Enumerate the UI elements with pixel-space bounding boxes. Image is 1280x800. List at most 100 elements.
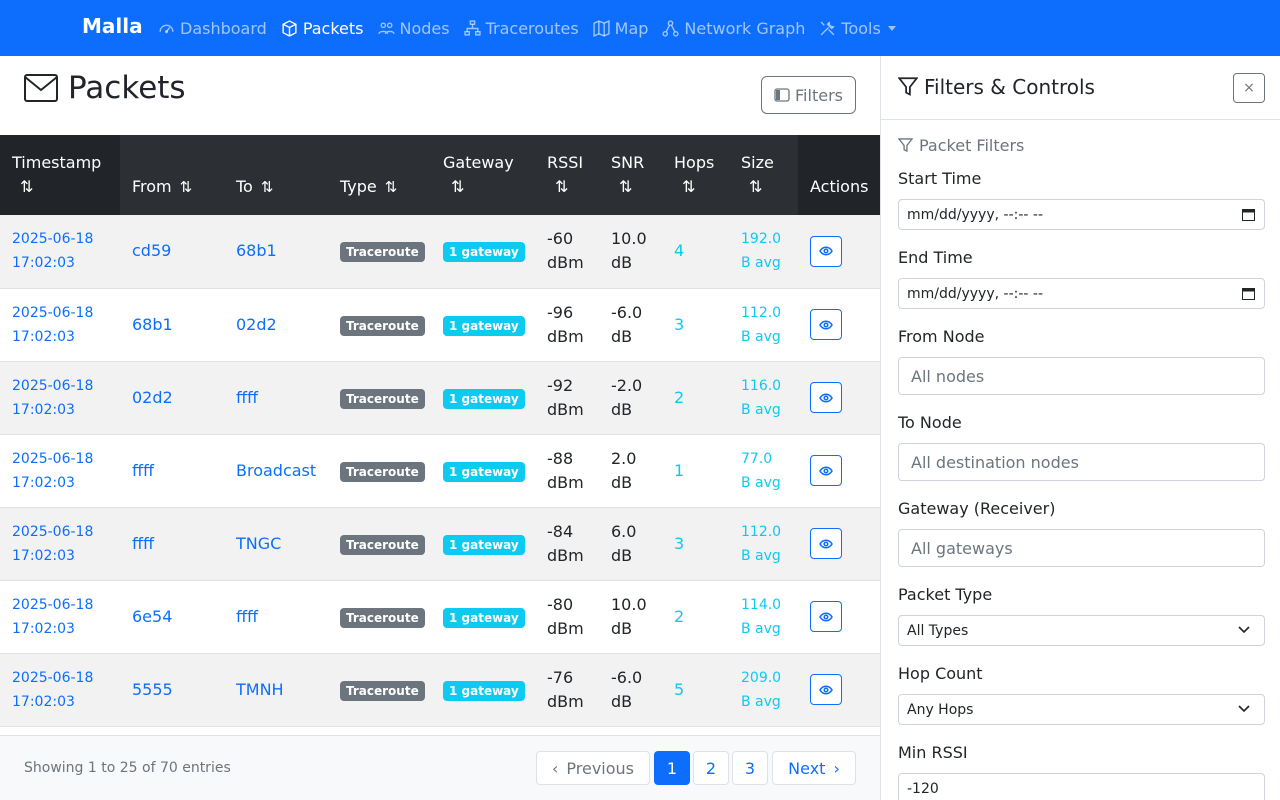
packets-table: Timestamp ⇅ From ⇅ To ⇅ Type ⇅ Gateway ⇅ RSSI… xyxy=(0,135,880,727)
close-sidebar-button[interactable]: × xyxy=(1233,73,1265,103)
nav-nodes-label: Nodes xyxy=(399,18,450,38)
gateway-badge: 1 gateway xyxy=(443,315,525,336)
to-node-label: To Node xyxy=(898,413,962,432)
view-packet-button[interactable] xyxy=(810,528,842,559)
to-node-input[interactable]: All destination nodes xyxy=(898,443,1265,481)
view-packet-button[interactable] xyxy=(810,674,842,705)
sort-icon: ⇅ xyxy=(682,177,696,196)
timestamp-link[interactable]: 2025-06-18 17:02:03 xyxy=(12,670,93,710)
brand-logo[interactable]: Malla xyxy=(82,14,143,38)
nav-tools-dropdown[interactable]: Tools xyxy=(819,19,896,38)
start-time-input[interactable]: mm/dd/yyyy, --:-- -- xyxy=(898,199,1265,230)
view-packet-button[interactable] xyxy=(810,455,842,486)
timestamp-link[interactable]: 2025-06-18 17:02:03 xyxy=(12,305,93,345)
funnel-icon xyxy=(898,77,918,96)
hops-value: 2 xyxy=(674,606,685,626)
gateway-label: Gateway (Receiver) xyxy=(898,499,1056,518)
timestamp-time: 17:02:03 xyxy=(12,547,75,564)
type-badge: Traceroute xyxy=(340,315,425,336)
view-packet-button[interactable] xyxy=(810,601,842,632)
gateway-badge: 1 gateway xyxy=(443,680,525,701)
hop-count-select[interactable]: Any Hops xyxy=(898,694,1265,725)
from-node-link[interactable]: cd59 xyxy=(132,241,171,260)
from-node-link[interactable]: ffff xyxy=(132,534,154,553)
page-3-button[interactable]: 3 xyxy=(732,751,768,785)
packet-type-select[interactable]: All Types xyxy=(898,615,1265,646)
timestamp-link[interactable]: 2025-06-18 17:02:03 xyxy=(12,231,93,271)
snr-value: -6.0 xyxy=(611,667,643,687)
snr-value: -2.0 xyxy=(611,375,643,395)
gateway-badge: 1 gateway xyxy=(443,607,525,628)
filters-toggle-button[interactable]: Filters xyxy=(761,76,856,114)
from-node-link[interactable]: ffff xyxy=(132,461,154,480)
to-node-link[interactable]: TMNH xyxy=(236,680,284,699)
header-size[interactable]: Size ⇅ xyxy=(729,135,798,215)
from-node-link[interactable]: 6e54 xyxy=(132,607,172,626)
snr-value: 10.0 xyxy=(611,229,647,249)
header-type[interactable]: Type ⇅ xyxy=(328,135,431,215)
header-snr[interactable]: SNR ⇅ xyxy=(599,135,662,215)
nav-nodes[interactable]: Nodes xyxy=(377,18,450,38)
close-icon: × xyxy=(1243,80,1255,96)
view-packet-button[interactable] xyxy=(810,309,842,340)
snr-unit: dB xyxy=(611,545,633,565)
rssi-value: -76 xyxy=(547,667,574,687)
page-2-button[interactable]: 2 xyxy=(693,751,729,785)
rssi-unit: dBm xyxy=(547,472,584,492)
rssi-unit: dBm xyxy=(547,691,584,711)
header-timestamp[interactable]: Timestamp ⇅ xyxy=(0,135,120,215)
entries-info: Showing 1 to 25 of 70 entries xyxy=(24,760,231,776)
to-node-link[interactable]: 02d2 xyxy=(236,315,277,334)
from-node-placeholder: All nodes xyxy=(911,366,985,386)
timestamp-link[interactable]: 2025-06-18 17:02:03 xyxy=(12,378,93,418)
chevron-down-icon xyxy=(1238,626,1250,634)
from-node-link[interactable]: 02d2 xyxy=(132,388,173,407)
nav-network-graph[interactable]: Network Graph xyxy=(662,19,805,38)
gateway-input[interactable]: All gateways xyxy=(898,529,1265,567)
view-packet-button[interactable] xyxy=(810,235,842,267)
from-node-link[interactable]: 68b1 xyxy=(132,315,173,334)
timestamp-link[interactable]: 2025-06-18 17:02:03 xyxy=(12,451,93,491)
to-node-link[interactable]: 68b1 xyxy=(236,241,277,260)
from-node-link[interactable]: 5555 xyxy=(132,680,173,699)
nav-traceroutes[interactable]: Traceroutes xyxy=(463,18,579,38)
header-rssi[interactable]: RSSI ⇅ xyxy=(535,135,599,215)
hop-count-label: Hop Count xyxy=(898,664,983,683)
previous-page-button[interactable]: ‹ Previous xyxy=(536,751,650,785)
from-node-input[interactable]: All nodes xyxy=(898,357,1265,395)
nav-traceroutes-label: Traceroutes xyxy=(485,18,579,38)
timestamp-link[interactable]: 2025-06-18 17:02:03 xyxy=(12,524,93,564)
to-node-link[interactable]: Broadcast xyxy=(236,461,316,480)
next-page-button[interactable]: Next › xyxy=(772,751,856,785)
header-gateway-label: Gateway xyxy=(443,153,514,172)
to-node-placeholder: All destination nodes xyxy=(911,452,1079,472)
header-hops[interactable]: Hops ⇅ xyxy=(662,135,729,215)
header-from[interactable]: From ⇅ xyxy=(120,135,224,215)
size-unit: B avg xyxy=(741,474,781,491)
view-packet-button[interactable] xyxy=(810,382,842,413)
header-to[interactable]: To ⇅ xyxy=(224,135,328,215)
header-actions-label: Actions xyxy=(810,177,869,196)
end-time-input[interactable]: mm/dd/yyyy, --:-- -- xyxy=(898,278,1265,309)
size-unit: B avg xyxy=(741,255,781,272)
next-label: Next xyxy=(788,758,826,778)
to-node-link[interactable]: ffff xyxy=(236,388,258,407)
page-1-button[interactable]: 1 xyxy=(654,751,690,785)
min-rssi-input[interactable]: -120 xyxy=(898,773,1265,800)
to-node-link[interactable]: ffff xyxy=(236,607,258,626)
size-unit: B avg xyxy=(741,547,781,564)
rssi-unit: dBm xyxy=(547,545,584,565)
eye-icon xyxy=(819,393,833,402)
header-gateway[interactable]: Gateway ⇅ xyxy=(431,135,535,215)
rssi-value: -80 xyxy=(547,594,574,614)
size-value: 209.0 xyxy=(741,669,782,686)
nav-map-label: Map xyxy=(614,18,649,38)
nav-packets[interactable]: Packets xyxy=(281,19,364,38)
to-node-link[interactable]: TNGC xyxy=(236,534,281,553)
table-row: 2025-06-18 17:02:03 ffff Broadcast Tracer… xyxy=(0,434,880,507)
timestamp-link[interactable]: 2025-06-18 17:02:03 xyxy=(12,597,93,637)
nav-map[interactable]: Map xyxy=(593,18,649,38)
nav-dashboard[interactable]: Dashboard xyxy=(158,19,267,38)
sort-icon: ⇅ xyxy=(451,177,465,196)
size-unit: B avg xyxy=(741,693,781,710)
